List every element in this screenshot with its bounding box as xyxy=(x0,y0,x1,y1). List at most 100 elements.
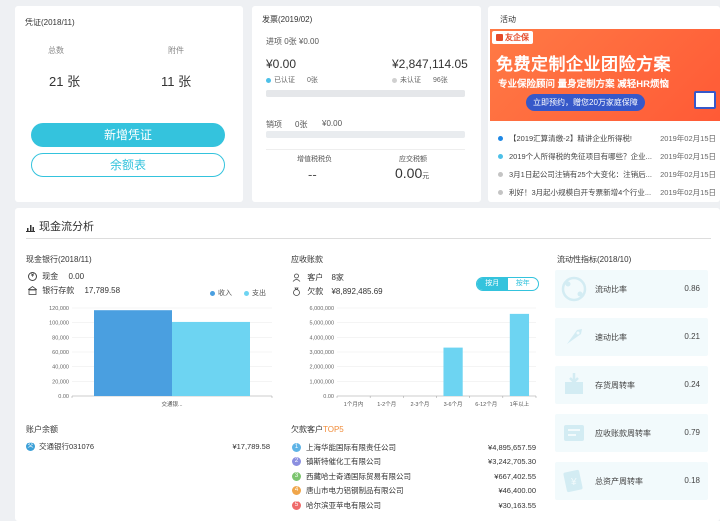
verified-dot xyxy=(266,77,271,83)
debtor-name: 哈尔滨亚苹电有限公司 xyxy=(306,500,381,510)
debtor-rank-icon: 2 xyxy=(292,457,301,466)
liquidity-label: 速动比率 xyxy=(595,333,627,342)
liquidity-item: 存货周转率 0.24 xyxy=(555,366,708,404)
invoice-amount-right: ¥2,847,114.05 xyxy=(392,57,468,71)
tax-label: 应交税额 xyxy=(399,156,427,163)
legend-in-dot xyxy=(210,290,215,296)
cash-label: 现金 xyxy=(42,272,59,281)
banner-cta[interactable]: 立即预约，赠您20万家庭保障 xyxy=(526,94,645,111)
liquidity-item: 应收账款周转率 0.79 xyxy=(555,414,708,452)
receivable-title: 应收账款 xyxy=(291,255,323,264)
liquidity-item: ¥ 总资产周转率 0.18 xyxy=(555,462,708,500)
news-bullet-icon xyxy=(498,153,503,159)
debtor-name: 镇斯特催化工有限公司 xyxy=(306,457,381,466)
banner-logo-text: 友企保 xyxy=(505,33,529,42)
period-toggle: 按月 按年 xyxy=(476,277,539,291)
debtors-title: 欠款客户TOP5 xyxy=(291,424,344,435)
progress-fill xyxy=(266,90,465,97)
cashflow-title: 现金流分析 xyxy=(39,221,94,233)
debtor-row: 1 上海华能国际有限责任公司 ¥4,895,657.59 xyxy=(292,440,536,454)
inventory-icon xyxy=(565,373,583,394)
activity-banner[interactable]: 友企保 免费定制企业团险方案 专业保险顾问 量身定制方案 减轻HR烦恼 立即预约… xyxy=(490,29,720,121)
y-tick-label: 0.00 xyxy=(58,394,69,400)
deposit-value: 17,789.58 xyxy=(84,286,121,295)
debtor-row: 3 西藏哈士奇通国际贸易有限公司 ¥667,402.55 xyxy=(292,469,536,483)
voucher-attach-value: 11 张 xyxy=(161,74,192,89)
y-tick-label: 100,000 xyxy=(49,321,69,327)
news-title: 3月1日起公司注销有25个大变化：注销后... xyxy=(509,169,652,179)
bar-receivable[interactable] xyxy=(509,313,530,396)
voucher-card: 凭证(2018/11) 总数 附件 21 张 11 张 新增凭证 余额表 xyxy=(15,6,243,202)
voucher-total-label: 总数 xyxy=(48,46,64,55)
liquidity-value: 0.21 xyxy=(684,332,700,341)
receivable-chart: 0.00 1,000,000 2,000,000 3,000,000 4,000,000… xyxy=(310,306,537,408)
new-voucher-button[interactable]: 新增凭证 xyxy=(31,123,225,147)
debtor-row: 2 镇斯特催化工有限公司 ¥3,242,705.30 xyxy=(292,455,536,469)
news-item[interactable]: 利好！3月起小规模自开专票新增4个行业... 2019年02月15日 xyxy=(498,183,716,201)
bank-building-icon xyxy=(27,286,38,296)
y-tick-label: 3,000,000 xyxy=(310,350,334,356)
debtors-title-suffix: TOP5 xyxy=(323,425,344,434)
news-item[interactable]: 2019个人所得税的免征项目有哪些？企业... 2019年02月15日 xyxy=(498,147,716,165)
debtor-value: ¥30,163.55 xyxy=(498,500,536,510)
invoice-verified: 已认证 0张 xyxy=(266,75,318,85)
debt-value: ¥8,892,485.69 xyxy=(331,287,383,296)
news-bullet-icon xyxy=(498,171,503,177)
liquidity-label: 总资产周转率 xyxy=(595,477,643,486)
banner-logo: 友企保 xyxy=(492,31,533,44)
cashflow-divider xyxy=(26,238,711,239)
y-tick-label: 80,000 xyxy=(52,335,69,341)
invoice-card: 发票(2019/02) 进项 0张 ¥0.00 ¥0.00 ¥2,847,114… xyxy=(252,6,481,202)
invoice-in-progress xyxy=(266,90,465,97)
toggle-month[interactable]: 按月 xyxy=(477,278,508,290)
x-tick-label: 3-6个月 xyxy=(444,401,463,408)
bar-receivable[interactable] xyxy=(443,347,463,396)
vat-label: 增值税税负 xyxy=(297,156,332,163)
news-title: 2019个人所得税的免征项目有哪些？企业... xyxy=(509,151,652,161)
y-tick-label: 6,000,000 xyxy=(310,306,334,312)
news-title: 【2019汇算清缴-2】精讲企业所得税! xyxy=(509,133,632,143)
bar-expense[interactable] xyxy=(172,321,250,396)
debt-row-summary: 欠款 ¥8,892,485.69 xyxy=(292,286,383,297)
news-date: 2019年02月15日 xyxy=(660,133,716,143)
cash-icon: ¥ xyxy=(28,272,37,282)
toggle-year[interactable]: 按年 xyxy=(508,278,539,290)
voucher-total-value: 21 张 xyxy=(49,74,81,89)
user-icon xyxy=(292,273,301,283)
invoice-out-count: 0张 xyxy=(295,120,308,129)
news-item[interactable]: 3月1日起公司注销有25个大变化：注销后... 2019年02月15日 xyxy=(498,165,716,183)
y-tick-label: 120,000 xyxy=(49,306,69,312)
x-tick-label: 1-2个月 xyxy=(377,401,396,408)
banner-sub: 专业保险顾问 量身定制方案 减轻HR烦恼 xyxy=(498,79,670,90)
tax-unit: 元 xyxy=(422,173,430,180)
y-tick-label: 5,000,000 xyxy=(310,321,334,327)
legend-in-label: 收入 xyxy=(218,290,232,297)
verified-count: 0张 xyxy=(306,77,318,84)
bar-income[interactable] xyxy=(94,310,172,396)
x-tick-label: 2-3个月 xyxy=(410,401,429,408)
money-bag-icon xyxy=(292,287,301,297)
debtor-rank-icon: 5 xyxy=(292,500,301,510)
x-tick-label: 6-12个月 xyxy=(475,401,497,408)
invoice-amount-left: ¥0.00 xyxy=(266,57,297,71)
bank-logo-icon: 交 xyxy=(26,441,35,451)
flow-ratio-icon xyxy=(561,276,587,302)
liquidity-item: 流动比率 0.86 xyxy=(555,270,708,308)
cashflow-header: 现金流分析 xyxy=(26,218,94,234)
news-item[interactable]: 【2019汇算清缴-2】精讲企业所得税! 2019年02月15日 xyxy=(498,129,716,147)
debtor-value: ¥46,400.00 xyxy=(498,486,536,495)
balance-sheet-button[interactable]: 余额表 xyxy=(31,153,225,177)
debtor-name: 上海华能国际有限责任公司 xyxy=(306,442,396,452)
deposit-label: 银行存款 xyxy=(42,286,75,295)
liquidity-title: 流动性指标(2018/10) xyxy=(557,255,632,264)
account-value: ¥17,789.58 xyxy=(232,441,270,451)
unverified-dot xyxy=(392,77,397,83)
y-tick-label: 4,000,000 xyxy=(310,335,334,341)
unverified-count: 96张 xyxy=(432,77,448,84)
x-tick-label: 交通银... xyxy=(161,400,183,408)
y-tick-label: 40,000 xyxy=(52,365,69,371)
debtor-rank-icon: 3 xyxy=(292,471,301,481)
news-bullet-icon xyxy=(498,135,503,141)
customers-label: 客户 xyxy=(307,273,324,282)
debtor-row: 4 唐山市电力铝钢制品有限公司 ¥46,400.00 xyxy=(292,484,536,498)
